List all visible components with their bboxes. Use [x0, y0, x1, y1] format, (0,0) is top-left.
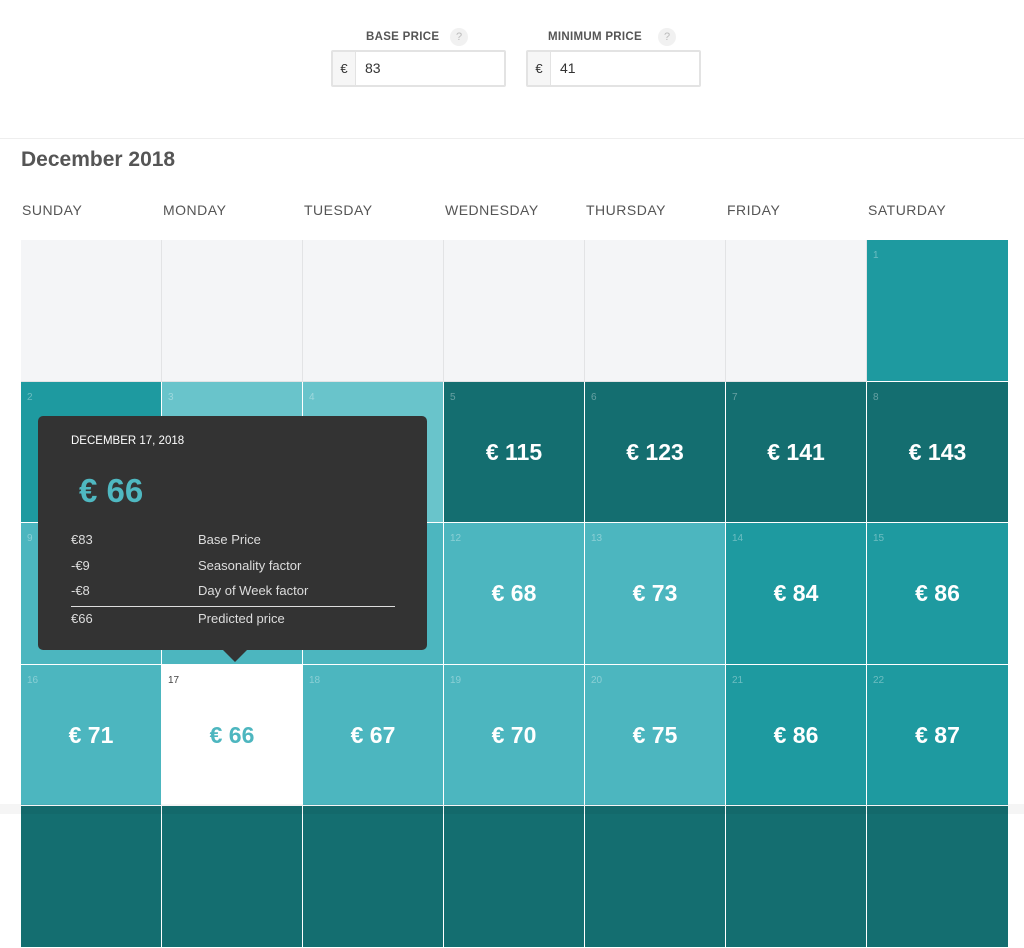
calendar-day-cell[interactable]: 8 € 143	[867, 381, 1009, 523]
calendar-day-cell[interactable]	[726, 806, 867, 948]
day-price: € 86	[773, 721, 819, 748]
weekday-label: SATURDAY	[868, 202, 947, 218]
day-number: 22	[873, 674, 885, 686]
tooltip-row-label: Seasonality factor	[198, 558, 302, 573]
weekday-label: TUESDAY	[304, 202, 373, 218]
tooltip-price: € 66	[79, 472, 144, 509]
day-number: 7	[732, 391, 738, 403]
day-price: € 123	[626, 438, 684, 465]
day-number: 2	[27, 391, 33, 403]
day-number: 18	[309, 674, 321, 686]
minimum-price-value[interactable]: 41	[560, 52, 576, 85]
day-price: € 143	[908, 438, 967, 465]
tooltip-divider	[71, 606, 395, 607]
calendar-day-cell[interactable]: 5 € 115	[444, 381, 585, 523]
calendar-day-cell[interactable]: 19 € 70	[444, 664, 585, 806]
base-price-value[interactable]: 83	[365, 52, 381, 85]
day-price: € 73	[632, 580, 678, 606]
minimum-price-label: MINIMUM PRICE	[548, 31, 642, 43]
calendar-day-cell[interactable]	[21, 806, 162, 948]
day-price: € 86	[915, 580, 960, 606]
day-number: 3	[168, 391, 174, 403]
calendar-day-cell[interactable]: 18 € 67	[303, 664, 444, 806]
price-breakdown-tooltip: DECEMBER 17, 2018 € 66 €83 Base Price -€…	[38, 416, 427, 662]
weekday-label: THURSDAY	[586, 202, 666, 218]
day-price: € 141	[767, 438, 825, 465]
tooltip-arrow	[223, 650, 247, 662]
base-price-help-icon[interactable]: ?	[450, 28, 468, 46]
weekday-label: FRIDAY	[727, 202, 781, 218]
day-number: 1	[873, 250, 879, 261]
day-price: € 68	[491, 580, 537, 606]
day-number: 15	[873, 533, 885, 544]
weekday-label: SUNDAY	[22, 202, 83, 218]
calendar-empty-cell	[162, 240, 303, 382]
weekday-label: MONDAY	[163, 202, 227, 218]
calendar-day-cell[interactable]: 17 € 66	[162, 664, 303, 806]
tooltip-row-amount: -€9	[71, 558, 90, 573]
calendar-day-cell[interactable]: 21 € 86	[726, 664, 867, 806]
minimum-price-help-icon[interactable]: ?	[658, 28, 676, 46]
day-number: 12	[450, 533, 462, 544]
calendar-day-cell[interactable]	[162, 806, 303, 948]
day-number: 14	[732, 533, 744, 544]
calendar-day-cell[interactable]: 13 € 73	[585, 523, 726, 665]
tooltip-total-label: Predicted price	[198, 611, 285, 626]
calendar-day-cell[interactable]: 7 € 141	[726, 381, 867, 523]
day-price: € 87	[915, 721, 960, 748]
day-number: 16	[27, 674, 39, 686]
day-price: € 67	[350, 721, 396, 748]
day-number: 6	[591, 391, 597, 403]
calendar-day-cell[interactable]	[867, 806, 1009, 948]
calendar-day-cell[interactable]	[303, 806, 444, 948]
day-number: 20	[591, 674, 603, 686]
calendar-day-cell[interactable]: 12 € 68	[444, 523, 585, 665]
month-title: December 2018	[21, 148, 176, 171]
calendar-day-cell[interactable]: 22 € 87	[867, 664, 1009, 806]
day-price: € 84	[773, 580, 819, 606]
calendar-day-cell[interactable]: 1	[867, 240, 1009, 382]
calendar-empty-cell	[585, 240, 726, 382]
calendar-empty-cell	[444, 240, 585, 382]
day-price: € 115	[485, 438, 543, 465]
euro-currency-icon: €	[528, 52, 551, 85]
calendar-empty-cell	[21, 240, 162, 382]
day-price: € 71	[68, 721, 114, 748]
calendar-day-cell[interactable]	[444, 806, 585, 948]
day-number: 8	[873, 391, 879, 403]
base-price-label: BASE PRICE	[366, 31, 440, 43]
day-price: € 75	[632, 721, 678, 748]
weekday-label: WEDNESDAY	[445, 202, 539, 218]
bottom-edge-shadow	[0, 804, 1024, 814]
day-number: 13	[591, 533, 603, 544]
day-number: 19	[450, 674, 462, 686]
tooltip-date: DECEMBER 17, 2018	[71, 435, 185, 447]
calendar-day-cell[interactable]: 15 € 86	[867, 523, 1009, 665]
base-price-input[interactable]: € 83	[331, 50, 506, 87]
calendar-day-cell[interactable]: 16 € 71	[21, 664, 162, 806]
day-price: € 66	[209, 721, 255, 748]
tooltip-row-amount: -€8	[71, 583, 90, 598]
day-number: 4	[309, 391, 315, 403]
tooltip-row-label: Base Price	[198, 532, 261, 547]
calendar-day-cell[interactable]: 6 € 123	[585, 381, 726, 523]
calendar-day-cell[interactable]	[585, 806, 726, 948]
day-number: 9	[27, 533, 33, 544]
day-number: 5	[450, 391, 456, 403]
minimum-price-input[interactable]: € 41	[526, 50, 701, 87]
euro-currency-icon: €	[333, 52, 356, 85]
calendar-empty-cell	[303, 240, 444, 382]
calendar-day-cell[interactable]: 20 € 75	[585, 664, 726, 806]
pricing-header: BASE PRICE ? € 83 MINIMUM PRICE ? € 41	[0, 0, 1024, 139]
day-price: € 70	[491, 721, 537, 748]
tooltip-total-amount: €66	[71, 611, 93, 626]
tooltip-row-label: Day of Week factor	[198, 583, 309, 598]
calendar-day-cell[interactable]: 14 € 84	[726, 523, 867, 665]
calendar-empty-cell	[726, 240, 867, 382]
day-number: 17	[168, 674, 180, 686]
tooltip-row-amount: €83	[71, 532, 93, 547]
day-number: 21	[732, 674, 744, 686]
